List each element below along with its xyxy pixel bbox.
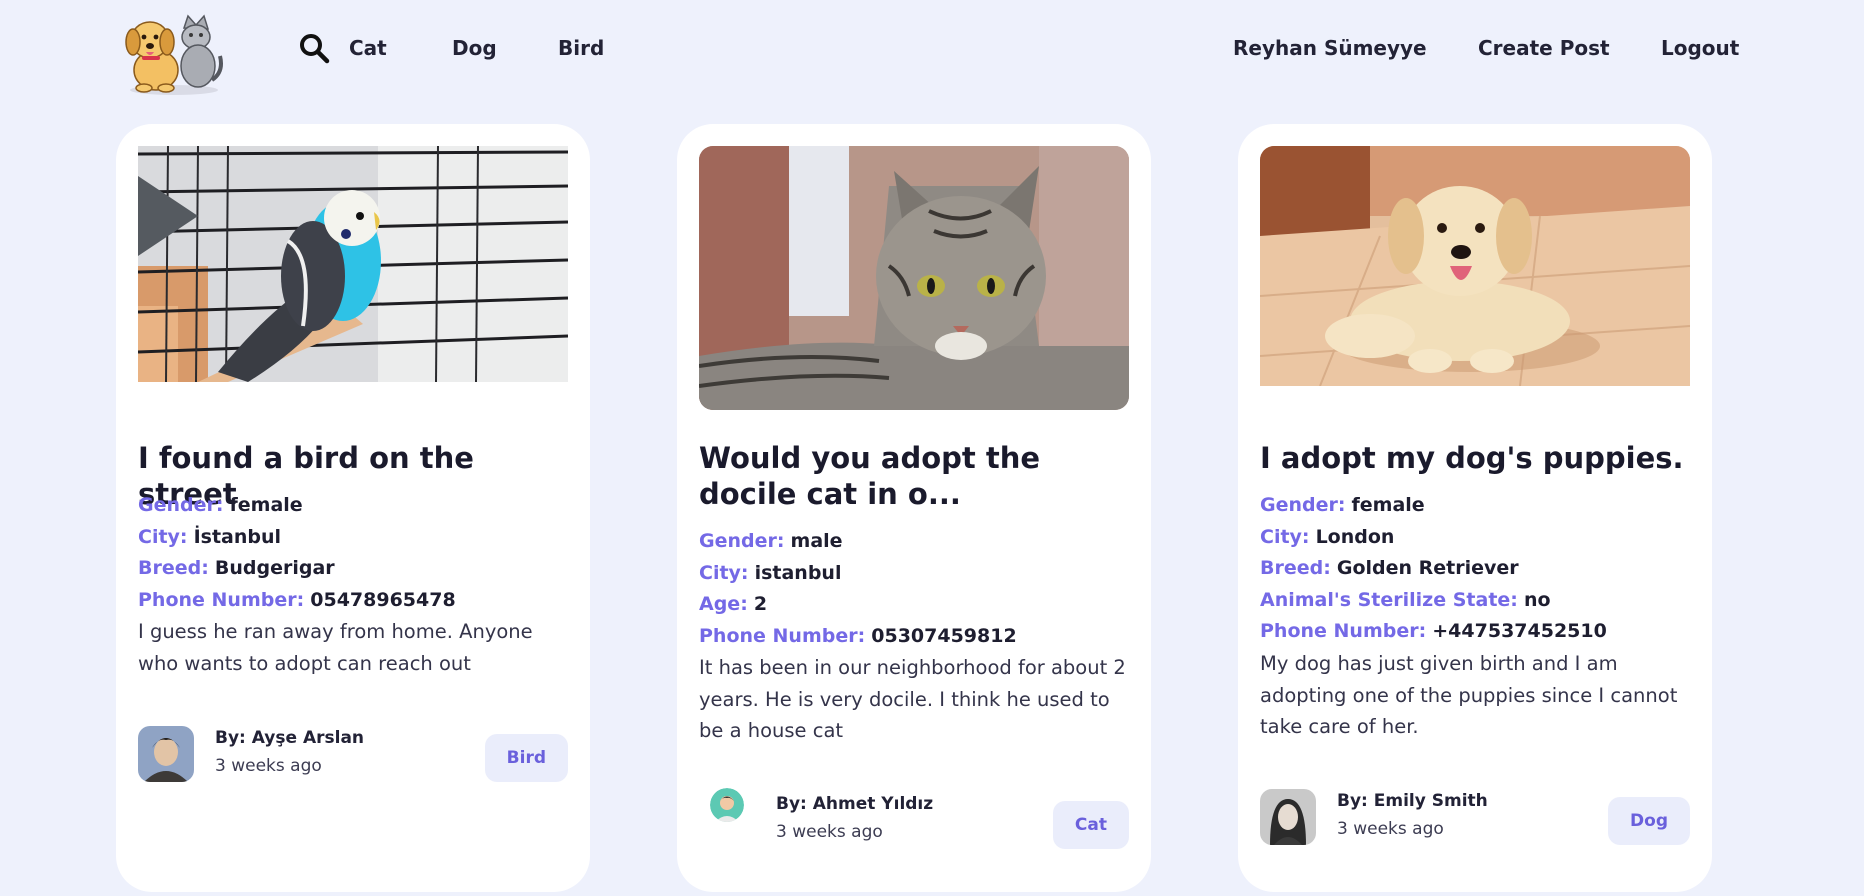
- detail-breed: Breed: Golden Retriever: [1260, 553, 1700, 585]
- post-title[interactable]: I adopt my dog's puppies.: [1260, 440, 1690, 476]
- detail-label: Breed:: [138, 557, 209, 579]
- author-name[interactable]: By: Ayşe Arslan: [215, 728, 364, 748]
- post-title[interactable]: Would you adopt the docile cat in o...: [699, 440, 1129, 512]
- detail-gender: Gender: female: [1260, 490, 1700, 522]
- detail-value: 05307459812: [871, 624, 1017, 647]
- search-icon[interactable]: [298, 32, 330, 64]
- detail-gender: Gender: male: [699, 526, 1139, 558]
- detail-label: City:: [138, 525, 188, 548]
- detail-breed: Breed: Budgerigar: [138, 553, 578, 585]
- author-avatar[interactable]: [138, 726, 194, 782]
- detail-value: 2: [753, 593, 768, 615]
- post-time: 3 weeks ago: [1337, 819, 1444, 839]
- detail-value: +447537452510: [1432, 620, 1607, 642]
- detail-phone: Phone Number: +447537452510: [1260, 616, 1700, 648]
- post-image-cat: [699, 146, 1129, 410]
- post-details: Gender: female City: İstanbul Breed: Bud…: [138, 490, 578, 616]
- detail-value: Budgerigar: [214, 557, 335, 579]
- detail-label: City:: [1260, 525, 1310, 548]
- detail-label: Age:: [699, 593, 748, 615]
- detail-label: Phone Number:: [699, 624, 866, 647]
- top-navigation: Cat Dog Bird Reyhan Sümeyye Create Post …: [0, 0, 1864, 110]
- detail-value: Golden Retriever: [1336, 557, 1519, 579]
- detail-phone: Phone Number: 05307459812: [699, 621, 1139, 653]
- detail-city: City: İstanbul: [138, 522, 578, 554]
- detail-value: London: [1315, 525, 1395, 548]
- detail-label: Animal's Sterilize State:: [1260, 588, 1518, 611]
- post-details: Gender: male City: istanbul Age: 2 Phone…: [699, 526, 1139, 652]
- post-image-dog: [1260, 146, 1690, 386]
- category-tag-cat[interactable]: Cat: [1052, 801, 1129, 849]
- detail-label: Gender:: [699, 530, 785, 552]
- nav-link-bird[interactable]: Bird: [558, 36, 604, 60]
- post-details: Gender: female City: London Breed: Golde…: [1260, 490, 1700, 648]
- detail-label: Gender:: [1260, 494, 1346, 516]
- post-description: It has been in our neighborhood for abou…: [699, 656, 1126, 742]
- detail-value: female: [229, 494, 303, 516]
- detail-value: istanbul: [754, 561, 842, 584]
- author-name[interactable]: By: Ahmet Yıldız: [776, 794, 933, 814]
- detail-city: City: London: [1260, 522, 1700, 554]
- post-description: I guess he ran away from home. Anyone wh…: [138, 620, 533, 675]
- author-avatar[interactable]: [710, 788, 744, 822]
- post-card[interactable]: I adopt my dog's puppies. Gender: female…: [1238, 124, 1712, 892]
- detail-value: female: [1351, 494, 1425, 516]
- detail-value: İstanbul: [193, 525, 282, 548]
- nav-create-post[interactable]: Create Post: [1478, 36, 1610, 60]
- detail-label: Breed:: [1260, 557, 1331, 579]
- author-avatar[interactable]: [1260, 789, 1316, 845]
- nav-logout[interactable]: Logout: [1661, 36, 1739, 60]
- post-card[interactable]: I found a bird on the street Gender: fem…: [116, 124, 590, 892]
- detail-value: male: [790, 530, 843, 552]
- detail-phone: Phone Number: 05478965478: [138, 585, 578, 617]
- post-time: 3 weeks ago: [215, 756, 322, 776]
- detail-label: Gender:: [138, 494, 224, 516]
- detail-label: Phone Number:: [138, 588, 305, 611]
- detail-value: no: [1523, 588, 1551, 611]
- site-logo[interactable]: [122, 10, 226, 96]
- nav-user-profile[interactable]: Reyhan Sümeyye: [1233, 36, 1427, 60]
- post-time: 3 weeks ago: [776, 822, 883, 842]
- detail-gender: Gender: female: [138, 490, 578, 522]
- post-description: My dog has just given birth and I am ado…: [1260, 652, 1678, 738]
- detail-age: Age: 2: [699, 589, 1139, 621]
- post-image-bird: [138, 146, 568, 382]
- post-card[interactable]: Would you adopt the docile cat in o... G…: [677, 124, 1151, 892]
- author-name[interactable]: By: Emily Smith: [1337, 791, 1488, 811]
- detail-label: Phone Number:: [1260, 620, 1427, 642]
- category-tag-dog[interactable]: Dog: [1608, 797, 1690, 845]
- detail-city: City: istanbul: [699, 558, 1139, 590]
- detail-sterilize-state: Animal's Sterilize State: no: [1260, 585, 1700, 617]
- detail-label: City:: [699, 561, 749, 584]
- category-tag-bird[interactable]: Bird: [484, 734, 568, 782]
- nav-link-dog[interactable]: Dog: [452, 36, 497, 60]
- nav-link-cat[interactable]: Cat: [349, 36, 387, 60]
- detail-value: 05478965478: [310, 588, 456, 611]
